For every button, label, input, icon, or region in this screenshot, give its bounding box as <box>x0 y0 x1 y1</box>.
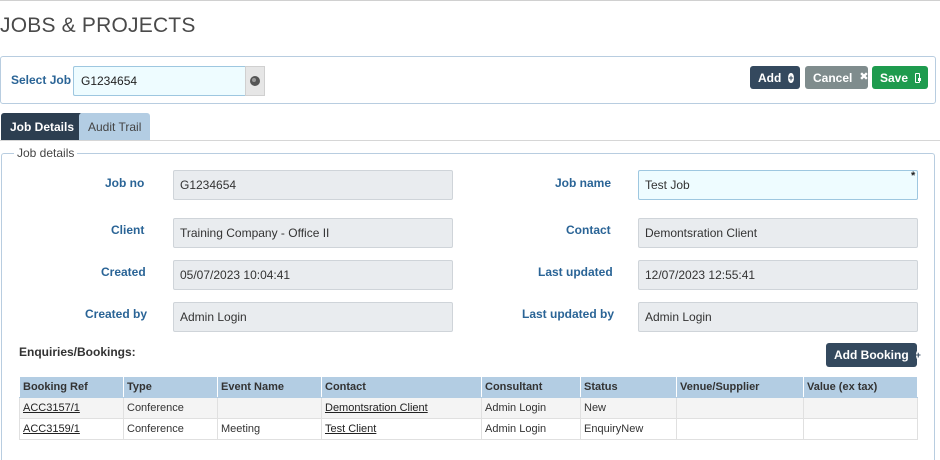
table-row[interactable]: ACC3159/1 Conference Meeting Test Client… <box>19 418 918 440</box>
column-header[interactable]: Booking Ref <box>19 376 124 398</box>
column-header[interactable]: Event Name <box>217 376 322 398</box>
contact-label: Contact <box>566 223 611 237</box>
table-header-row: Booking Ref Type Event Name Contact Cons… <box>19 376 918 398</box>
save-button[interactable]: Save <box>872 66 928 89</box>
booking-ref-cell[interactable]: ACC3157/1 <box>19 397 124 419</box>
value-cell <box>803 418 918 440</box>
job-no-label: Job no <box>105 176 145 190</box>
status-cell: New <box>580 397 677 419</box>
created-field: 05/07/2023 10:04:41 <box>173 260 453 290</box>
booking-ref-cell[interactable]: ACC3159/1 <box>19 418 124 440</box>
type-cell: Conference <box>123 418 218 440</box>
add-booking-button[interactable]: Add Booking + <box>826 343 921 367</box>
last-updated-by-field: Admin Login <box>638 302 918 332</box>
contact-cell[interactable]: Test Client <box>321 418 482 440</box>
add-button[interactable]: Add + <box>750 66 800 89</box>
last-updated-by-label: Last updated by <box>522 307 615 321</box>
last-updated-field: 12/07/2023 12:55:41 <box>638 260 918 290</box>
select-job-input[interactable] <box>73 66 245 96</box>
created-by-label: Created by <box>85 307 148 321</box>
column-header[interactable]: Venue/Supplier <box>676 376 804 398</box>
tab-audit-trail[interactable]: Audit Trail <box>79 113 151 140</box>
column-header[interactable]: Type <box>123 376 218 398</box>
column-header[interactable]: Contact <box>321 376 482 398</box>
job-details-legend: Job details <box>14 146 78 160</box>
venue-supplier-cell <box>676 418 804 440</box>
tab-divider <box>0 140 940 141</box>
event-name-cell <box>217 397 322 419</box>
client-label: Client <box>111 223 145 237</box>
last-updated-label: Last updated <box>538 265 613 279</box>
created-by-field: Admin Login <box>173 302 453 332</box>
select-job-label: Select Job <box>11 73 72 87</box>
contact-link[interactable]: Demontsration Client <box>325 402 428 414</box>
contact-field: Demontsration Client <box>638 218 918 248</box>
table-row[interactable]: ACC3157/1 Conference Demontsration Clien… <box>19 397 918 419</box>
tab-job-details[interactable]: Job Details <box>1 113 84 140</box>
type-cell: Conference <box>123 397 218 419</box>
column-header[interactable]: Value (ex tax) <box>803 376 918 398</box>
add-booking-label: Add Booking <box>834 348 909 362</box>
client-field: Training Company - Office II <box>173 218 453 248</box>
enquiries-title: Enquiries/Bookings: <box>19 345 136 359</box>
plus-circle-icon: + <box>915 350 921 360</box>
top-border <box>0 0 940 1</box>
consultant-cell: Admin Login <box>481 397 581 419</box>
floppy-disk-icon <box>915 72 921 83</box>
required-marker: * <box>911 170 916 182</box>
job-lookup-button[interactable] <box>245 66 265 96</box>
column-header[interactable]: Status <box>580 376 677 398</box>
job-name-label: Job name <box>555 176 612 190</box>
venue-supplier-cell <box>676 397 804 419</box>
page-title: JOBS & PROJECTS <box>0 14 196 37</box>
contact-link[interactable]: Test Client <box>325 423 376 435</box>
job-name-input[interactable]: Test Job <box>638 170 918 200</box>
add-button-label: Add <box>758 70 782 85</box>
cancel-button-label: Cancel <box>813 70 853 85</box>
consultant-cell: Admin Login <box>481 418 581 440</box>
contact-cell[interactable]: Demontsration Client <box>321 397 482 419</box>
booking-ref-link[interactable]: ACC3157/1 <box>23 402 80 414</box>
booking-ref-link[interactable]: ACC3159/1 <box>23 423 80 435</box>
column-header[interactable]: Consultant <box>481 376 581 398</box>
save-button-label: Save <box>880 70 909 85</box>
value-cell <box>803 397 918 419</box>
close-icon: ✖ <box>859 71 869 83</box>
plus-circle-icon: + <box>788 72 794 83</box>
status-cell: EnquiryNew <box>580 418 677 440</box>
job-no-field: G1234654 <box>173 170 453 200</box>
bookings-table: Booking Ref Type Event Name Contact Cons… <box>19 376 918 440</box>
select-job-panel: Select Job Add + Cancel ✖ Save <box>0 56 936 104</box>
cancel-button[interactable]: Cancel ✖ <box>805 66 869 89</box>
event-name-cell: Meeting <box>217 418 322 440</box>
globe-icon <box>250 76 260 86</box>
created-label: Created <box>101 265 146 279</box>
